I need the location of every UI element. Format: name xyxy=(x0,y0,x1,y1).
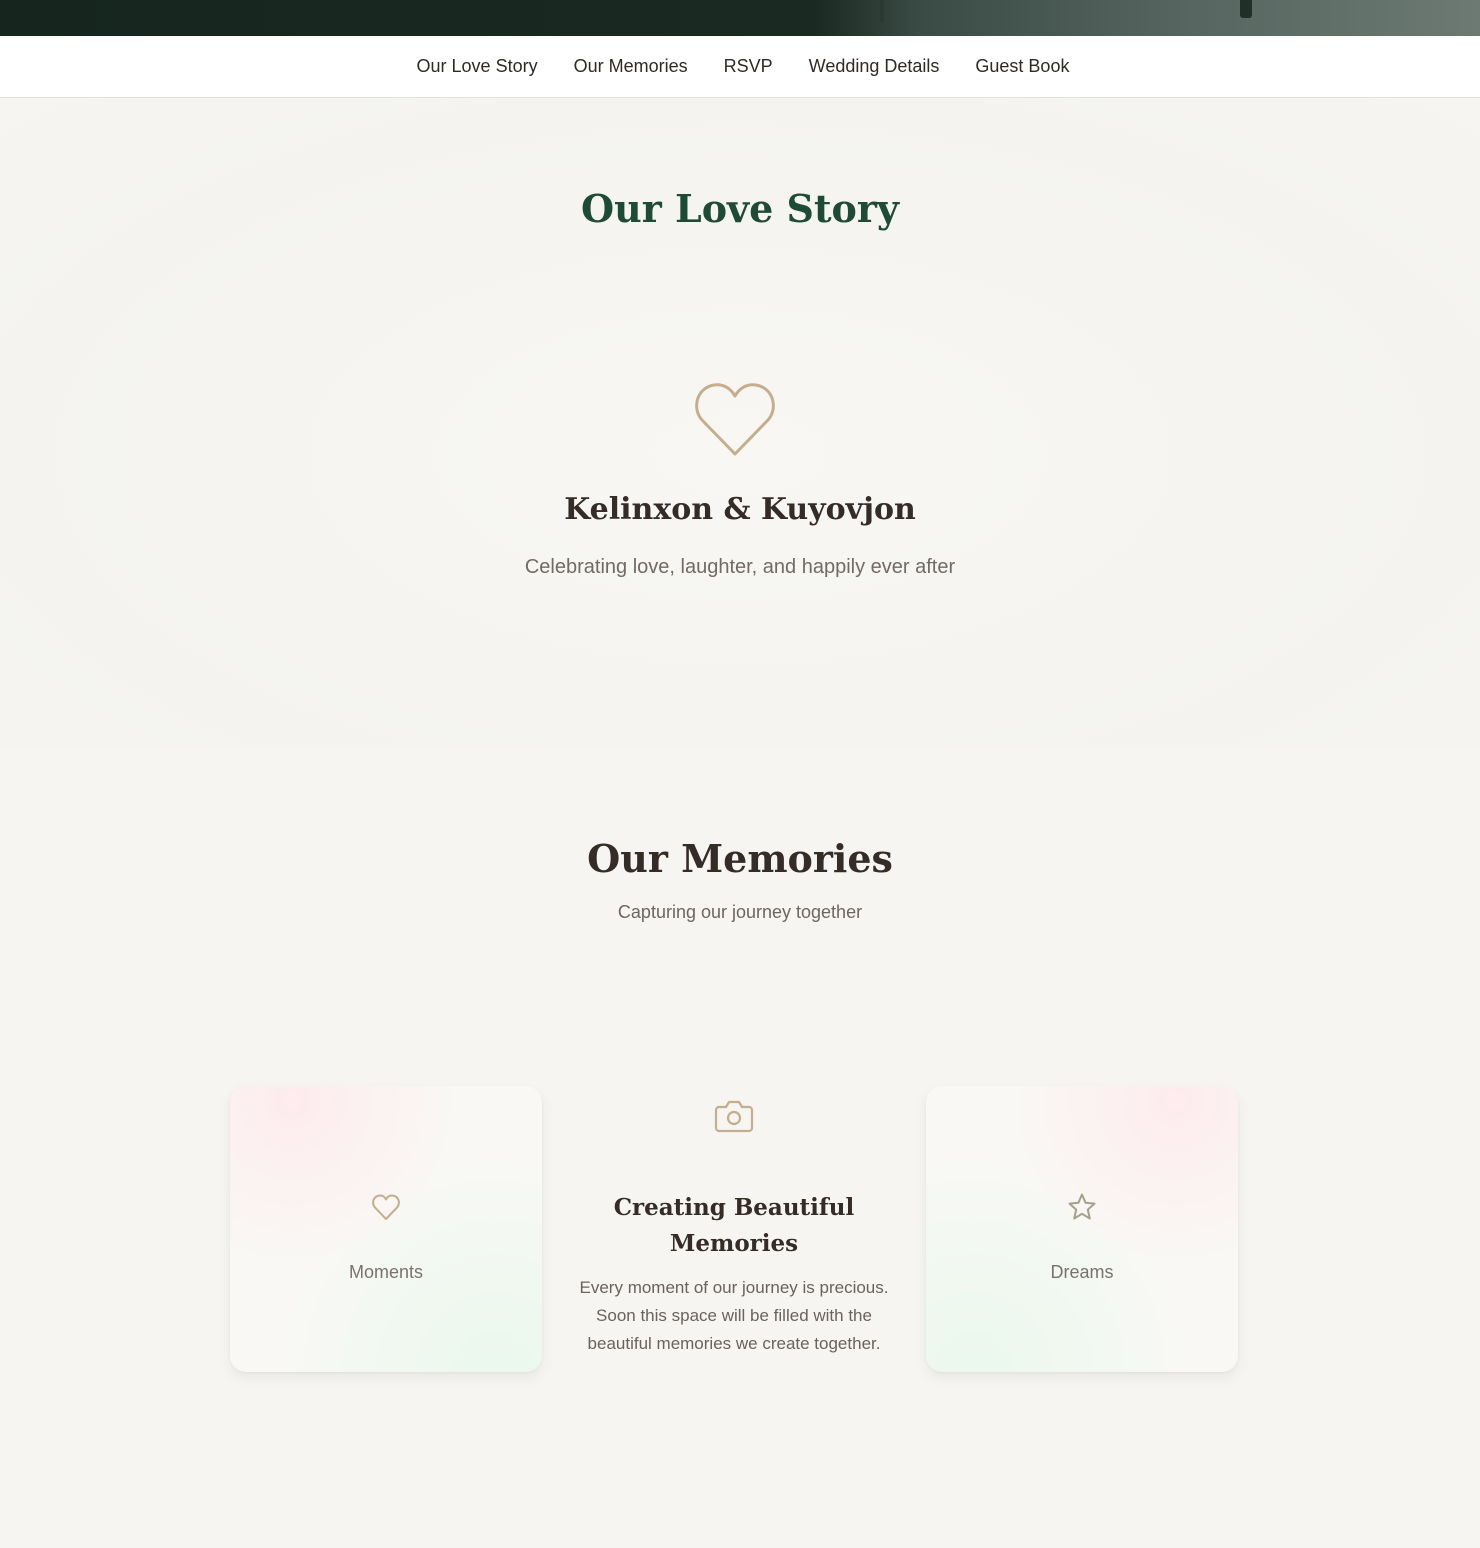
love-story-title: Our Love Story xyxy=(581,186,899,231)
love-story-section: Our Love Story Kelinxon & Kuyovjon Celeb… xyxy=(0,98,1480,748)
memories-title: Our Memories xyxy=(587,836,893,881)
main-navigation: Our Love Story Our Memories RSVP Wedding… xyxy=(0,36,1480,98)
camera-icon xyxy=(714,1100,754,1133)
hero-image-detail xyxy=(880,0,884,22)
hero-image-detail xyxy=(1240,0,1252,18)
love-story-tagline: Celebrating love, laughter, and happily … xyxy=(524,556,956,578)
heart-icon xyxy=(372,1194,400,1220)
memories-subtitle: Capturing our journey together xyxy=(617,902,863,922)
memory-card-dreams[interactable]: Dreams xyxy=(926,1086,1238,1372)
nav-link-wedding-details[interactable]: Wedding Details xyxy=(809,56,940,77)
memory-card-moments[interactable]: Moments xyxy=(230,1086,542,1372)
memories-feature-title: Creating Beautiful Memories xyxy=(613,1194,855,1257)
nav-link-rsvp[interactable]: RSVP xyxy=(724,56,773,77)
hero-image-strip xyxy=(0,0,1480,36)
nav-link-guest-book[interactable]: Guest Book xyxy=(975,56,1069,77)
star-icon xyxy=(1068,1193,1096,1220)
memory-card-label: Dreams xyxy=(1050,1262,1114,1282)
heart-outline-icon xyxy=(695,383,775,456)
memory-card-label: Moments xyxy=(348,1262,424,1282)
nav-link-our-memories[interactable]: Our Memories xyxy=(574,56,688,77)
couple-names: Kelinxon & Kuyovjon xyxy=(564,492,916,527)
memories-feature-text: Every moment of our journey is precious.… xyxy=(579,1278,889,1353)
nav-link-our-love-story[interactable]: Our Love Story xyxy=(417,56,538,77)
